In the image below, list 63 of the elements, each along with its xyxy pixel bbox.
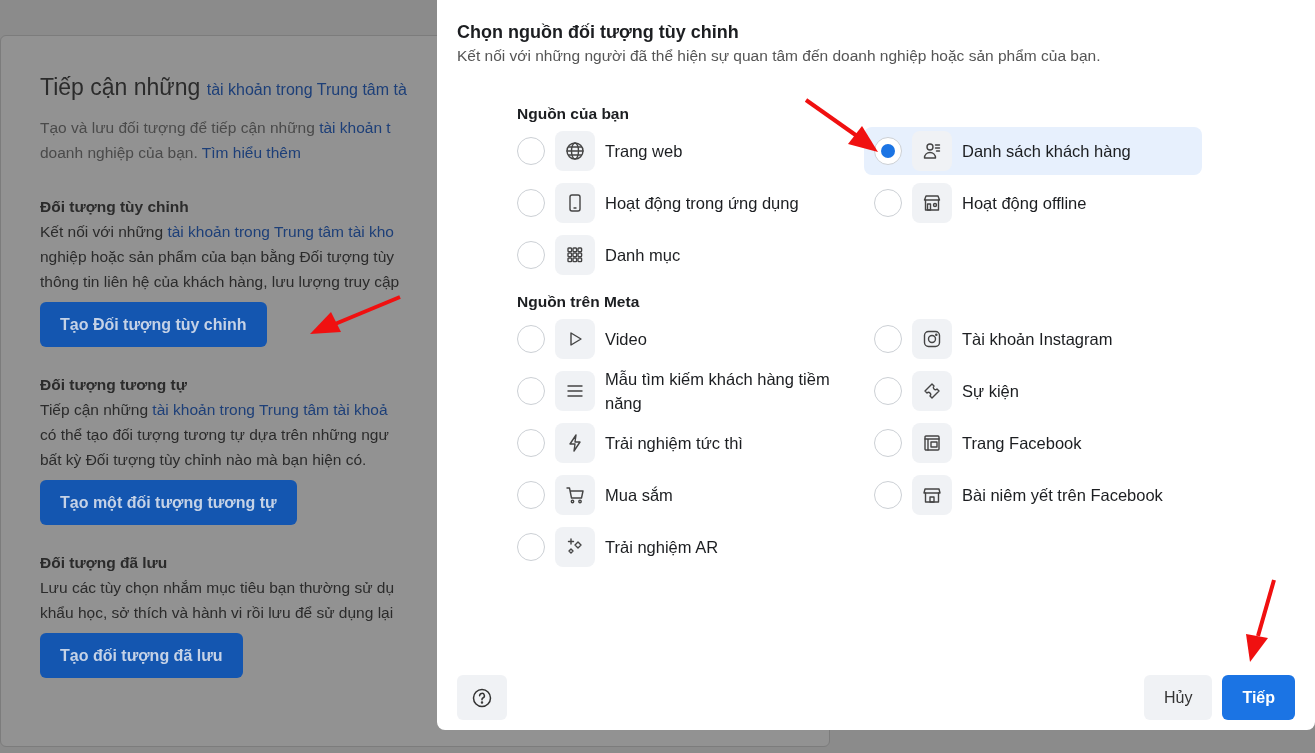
option-label: Trải nghiệm AR [605, 537, 719, 558]
section-title: Đối tượng tương tự [40, 375, 187, 395]
lightning-icon [555, 423, 595, 463]
link[interactable]: tài khoản trong Trung tâm tài khoả [152, 401, 388, 418]
option-label: Hoạt động offline [962, 193, 1087, 214]
section-title: Đối tượng đã lưu [40, 553, 168, 573]
option-label: Danh sách khách hàng [962, 141, 1131, 162]
radio-button[interactable] [517, 241, 545, 269]
next-button[interactable]: Tiếp [1222, 675, 1295, 720]
cart-icon [555, 475, 595, 515]
dialog-subtitle: Kết nối với những người đã thể hiện sự quan tâm đến doanh nghiệp hoặc sản phẩm của bạn. [457, 47, 1102, 65]
phone-icon [555, 183, 595, 223]
section-title: Nguồn trên Meta [517, 293, 640, 311]
section-title: Đối tượng tùy chỉnh [40, 197, 189, 217]
create-button[interactable]: Tạo Đối tượng tùy chỉnh [40, 302, 267, 347]
option-label: Hoạt động trong ứng dụng [605, 193, 799, 214]
radio-button[interactable] [517, 189, 545, 217]
ticket-icon [912, 371, 952, 411]
lines-icon [555, 371, 595, 411]
radio-button[interactable] [874, 189, 902, 217]
option-label: Mẫu tìm kiếm khách hàng tiềm năng [605, 369, 831, 414]
option-label: Bài niêm yết trên Facebook [962, 485, 1163, 506]
link[interactable]: tài khoản t [319, 119, 391, 136]
camera-icon [912, 319, 952, 359]
shop-icon [912, 475, 952, 515]
radio-button[interactable] [874, 377, 902, 405]
radio-button[interactable] [517, 481, 545, 509]
option-label: Mua sắm [605, 485, 673, 506]
option-label: Sự kiện [962, 381, 1019, 402]
play-icon [555, 319, 595, 359]
create-button[interactable]: Tạo đối tượng đã lưu [40, 633, 243, 678]
radio-button[interactable] [517, 325, 545, 353]
help-icon [472, 687, 492, 708]
sparkle-icon [555, 527, 595, 567]
radio-button[interactable] [874, 429, 902, 457]
link[interactable]: tài khoản trong Trung tâm tà [206, 81, 407, 98]
create-button[interactable]: Tạo một đối tượng tương tự [40, 480, 297, 525]
option-label: Tài khoản Instagram [962, 329, 1113, 350]
radio-button[interactable] [517, 533, 545, 561]
option-label: Trang web [605, 141, 683, 162]
option-label: Trang Facebook [962, 433, 1082, 454]
grid-icon [555, 235, 595, 275]
radio-button[interactable] [517, 429, 545, 457]
option-label: Danh mục [605, 245, 681, 266]
link[interactable]: tài khoản trong Trung tâm tài kho [167, 223, 394, 240]
contact-list-icon [912, 131, 952, 171]
page-icon [912, 423, 952, 463]
link[interactable]: Tìm hiểu thêm [201, 144, 301, 161]
option-label: Trải nghiệm tức thì [605, 433, 743, 454]
option-label: Video [605, 329, 647, 350]
section-title: Nguồn của bạn [517, 105, 629, 123]
radio-button[interactable] [874, 481, 902, 509]
cancel-button[interactable]: Hủy [1143, 675, 1213, 720]
option-row[interactable]: Danh sách khách hàng [864, 127, 1202, 175]
globe-icon [555, 131, 595, 171]
radio-button[interactable] [517, 377, 545, 405]
section-description: Lưu các tùy chọn nhắm mục tiêu bạn thường sử dụ khẩu học, sở thích và hành vi rồi lưu để sử dụng lại [40, 578, 396, 623]
store-icon [912, 183, 952, 223]
help-button[interactable] [457, 675, 507, 720]
radio-button[interactable] [517, 137, 545, 165]
dialog-title: Chọn nguồn đối tượng tùy chỉnh [457, 22, 740, 43]
radio-button[interactable] [874, 325, 902, 353]
radio-button[interactable] [874, 137, 902, 165]
